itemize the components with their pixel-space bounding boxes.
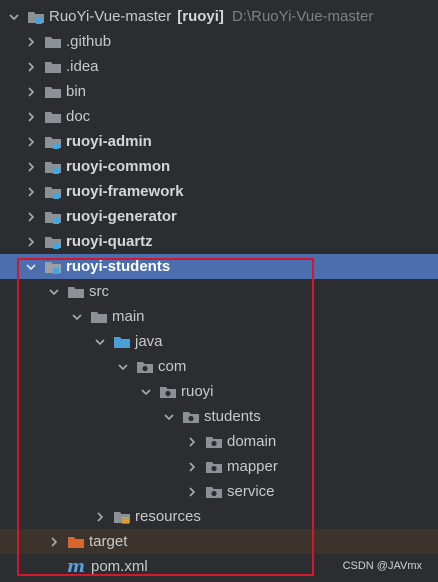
chevron-right-icon[interactable] (23, 209, 39, 225)
chevron-right-icon[interactable] (92, 509, 108, 525)
tree-row-mapper[interactable]: mapper (0, 454, 438, 479)
tree-row-ruoyi-students[interactable]: ruoyi-students (0, 254, 438, 279)
tree-item-label: ruoyi-generator (66, 208, 177, 225)
tree-item-label: service (227, 483, 275, 500)
tree-item-label: doc (66, 108, 91, 125)
package-icon (205, 484, 223, 500)
chevron-right-icon[interactable] (23, 184, 39, 200)
chevron-right-icon[interactable] (184, 434, 200, 450)
folder-icon (44, 84, 62, 100)
chevron-down-icon[interactable] (161, 409, 177, 425)
chevron-right-icon[interactable] (23, 34, 39, 50)
tree-item-label: main (112, 308, 145, 325)
resources-root-icon (113, 509, 131, 525)
tree-item-label: .github (66, 33, 112, 50)
tree-row-ruoyi-generator[interactable]: ruoyi-generator (0, 204, 438, 229)
package-icon (205, 434, 223, 450)
tree-item-label: domain (227, 433, 277, 450)
folder-icon (44, 109, 62, 125)
tree-row-ruoyi-quartz[interactable]: ruoyi-quartz (0, 229, 438, 254)
tree-row-resources[interactable]: resources (0, 504, 438, 529)
module-folder-icon (44, 159, 62, 175)
module-folder-icon (44, 234, 62, 250)
excluded-folder-icon (67, 534, 85, 550)
tree-item-label: resources (135, 508, 201, 525)
tree-item-label: ruoyi-students (66, 258, 171, 275)
tree-item-label: students (204, 408, 261, 425)
tree-item-label: ruoyi-quartz (66, 233, 153, 250)
tree-row-main[interactable]: main (0, 304, 438, 329)
tree-item-label: java (135, 333, 163, 350)
chevron-down-icon[interactable] (23, 259, 39, 275)
chevron-right-icon[interactable] (23, 234, 39, 250)
chevron-right-icon[interactable] (46, 534, 62, 550)
tree-row-doc[interactable]: doc (0, 104, 438, 129)
tree-item-label: bin (66, 83, 87, 100)
tree-item-label: target (89, 533, 128, 550)
chevron-down-icon[interactable] (6, 9, 22, 25)
package-icon (136, 359, 154, 375)
folder-icon (67, 284, 85, 300)
tree-row-idea[interactable]: .idea (0, 54, 438, 79)
chevron-right-icon[interactable] (23, 84, 39, 100)
folder-icon (90, 309, 108, 325)
chevron-right-icon[interactable] (23, 159, 39, 175)
module-folder-icon (44, 134, 62, 150)
chevron-right-icon[interactable] (23, 59, 39, 75)
tree-row-students-package[interactable]: students (0, 404, 438, 429)
root-name: RuoYi-Vue-master (49, 8, 172, 25)
tree-row-ruoyi-common[interactable]: ruoyi-common (0, 154, 438, 179)
tree-row-github[interactable]: .github (0, 29, 438, 54)
tree-row-bin[interactable]: bin (0, 79, 438, 104)
tree-row-com[interactable]: com (0, 354, 438, 379)
tree-item-label: ruoyi (181, 383, 214, 400)
chevron-down-icon[interactable] (69, 309, 85, 325)
maven-icon: m (67, 556, 85, 577)
chevron-down-icon[interactable] (92, 334, 108, 350)
folder-icon (44, 34, 62, 50)
tree-row-domain[interactable]: domain (0, 429, 438, 454)
chevron-down-icon[interactable] (46, 284, 62, 300)
chevron-right-icon[interactable] (23, 109, 39, 125)
package-icon (182, 409, 200, 425)
tree-row-ruoyi-package[interactable]: ruoyi (0, 379, 438, 404)
tree-item-label: com (158, 358, 187, 375)
source-root-icon (113, 334, 131, 350)
watermark: CSDN @JAVmx (342, 560, 422, 572)
package-icon (205, 459, 223, 475)
module-folder-icon (27, 9, 45, 25)
tree-item-label: ruoyi-admin (66, 133, 152, 150)
tree-row-src[interactable]: src (0, 279, 438, 304)
tree-item-label: ruoyi-framework (66, 183, 184, 200)
tree-row-ruoyi-framework[interactable]: ruoyi-framework (0, 179, 438, 204)
chevron-right-icon[interactable] (184, 459, 200, 475)
tree-item-label: src (89, 283, 109, 300)
module-folder-icon (44, 259, 62, 275)
tree-item-label: mapper (227, 458, 278, 475)
chevron-down-icon[interactable] (115, 359, 131, 375)
chevron-right-icon[interactable] (23, 134, 39, 150)
package-icon (159, 384, 177, 400)
tree-row-root[interactable]: RuoYi-Vue-master [ruoyi] D:\RuoYi-Vue-ma… (0, 4, 438, 29)
root-module: [ruoyi] (177, 8, 224, 25)
tree-item-label: pom.xml (91, 558, 148, 575)
tree-row-target[interactable]: target (0, 529, 438, 554)
chevron-right-icon[interactable] (184, 484, 200, 500)
tree-row-service[interactable]: service (0, 479, 438, 504)
tree-item-label: ruoyi-common (66, 158, 171, 175)
root-path: D:\RuoYi-Vue-master (231, 8, 374, 25)
tree-item-label: .idea (66, 58, 99, 75)
module-folder-icon (44, 184, 62, 200)
tree-row-ruoyi-admin[interactable]: ruoyi-admin (0, 129, 438, 154)
folder-icon (44, 59, 62, 75)
chevron-down-icon[interactable] (138, 384, 154, 400)
project-tree: RuoYi-Vue-master [ruoyi] D:\RuoYi-Vue-ma… (0, 4, 438, 579)
tree-row-java[interactable]: java (0, 329, 438, 354)
module-folder-icon (44, 209, 62, 225)
